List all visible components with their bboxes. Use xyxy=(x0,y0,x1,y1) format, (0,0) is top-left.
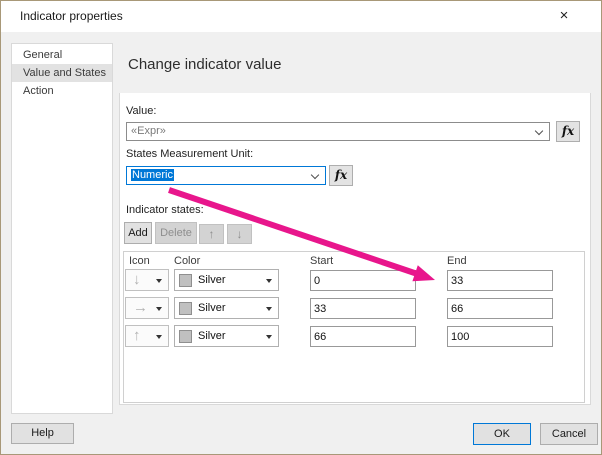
delete-button[interactable]: Delete xyxy=(155,222,197,244)
move-down-button[interactable]: ↓ xyxy=(227,224,252,244)
start-input[interactable] xyxy=(310,298,416,319)
arrow-up-icon: ↑ xyxy=(208,227,215,241)
indicator-states-label: Indicator states: xyxy=(126,204,204,216)
color-dropdown[interactable]: Silver xyxy=(174,297,279,319)
arrow-right-icon: → xyxy=(133,299,148,316)
indicator-states-table: Icon Color Start End ↓ Silver fx fx fx →… xyxy=(123,251,585,403)
color-name: Silver xyxy=(198,302,226,314)
start-input[interactable] xyxy=(310,270,416,291)
unit-dropdown[interactable]: Numeric xyxy=(126,166,326,185)
unit-fx-button[interactable]: fx xyxy=(329,165,353,186)
chevron-down-icon xyxy=(534,126,544,136)
column-header-icon: Icon xyxy=(129,255,150,267)
unit-label: States Measurement Unit: xyxy=(126,148,254,160)
chevron-down-icon xyxy=(266,307,272,311)
end-input[interactable] xyxy=(447,298,553,319)
unit-dropdown-text: Numeric xyxy=(131,169,174,181)
indicator-properties-dialog: Indicator properties × General Value and… xyxy=(0,0,602,455)
arrow-down-icon: ↓ xyxy=(133,271,141,288)
chevron-down-icon xyxy=(156,279,162,283)
title-bar: Indicator properties × xyxy=(1,1,601,32)
sidebar-item-general[interactable]: General xyxy=(12,46,112,64)
value-label: Value: xyxy=(126,105,157,117)
move-up-button[interactable]: ↑ xyxy=(199,224,224,244)
cancel-button[interactable]: Cancel xyxy=(540,423,598,445)
start-input[interactable] xyxy=(310,326,416,347)
end-input[interactable] xyxy=(447,326,553,347)
color-swatch-silver xyxy=(179,302,192,315)
sidebar-item-action[interactable]: Action xyxy=(12,82,112,100)
color-swatch-silver xyxy=(179,330,192,343)
chevron-down-icon xyxy=(266,279,272,283)
color-name: Silver xyxy=(198,274,226,286)
add-button[interactable]: Add xyxy=(124,222,152,244)
page-title: Change indicator value xyxy=(128,56,282,73)
arrow-down-icon: ↓ xyxy=(236,227,243,241)
column-header-color: Color xyxy=(174,255,201,267)
sidebar: General Value and States Action xyxy=(11,43,113,414)
icon-dropdown[interactable]: ↑ xyxy=(125,325,169,347)
dialog-title: Indicator properties xyxy=(20,9,123,23)
chevron-down-icon xyxy=(310,170,320,180)
arrow-up-icon: ↑ xyxy=(133,327,141,344)
value-dropdown-text: «Expr» xyxy=(131,125,166,137)
chevron-down-icon xyxy=(266,335,272,339)
color-dropdown[interactable]: Silver xyxy=(174,269,279,291)
chevron-down-icon xyxy=(156,335,162,339)
ok-button[interactable]: OK xyxy=(473,423,531,445)
color-dropdown[interactable]: Silver xyxy=(174,325,279,347)
sidebar-item-value-and-states[interactable]: Value and States xyxy=(12,64,112,82)
value-dropdown[interactable]: «Expr» xyxy=(126,122,550,141)
color-name: Silver xyxy=(198,330,226,342)
column-header-end: End xyxy=(447,255,467,267)
icon-dropdown[interactable]: ↓ xyxy=(125,269,169,291)
chevron-down-icon xyxy=(156,307,162,311)
color-swatch-silver xyxy=(179,274,192,287)
help-button[interactable]: Help xyxy=(11,423,74,444)
value-fx-button[interactable]: fx xyxy=(556,121,580,142)
column-header-start: Start xyxy=(310,255,334,267)
end-input[interactable] xyxy=(447,270,553,291)
close-icon[interactable]: × xyxy=(550,5,578,27)
icon-dropdown[interactable]: → xyxy=(125,297,169,319)
